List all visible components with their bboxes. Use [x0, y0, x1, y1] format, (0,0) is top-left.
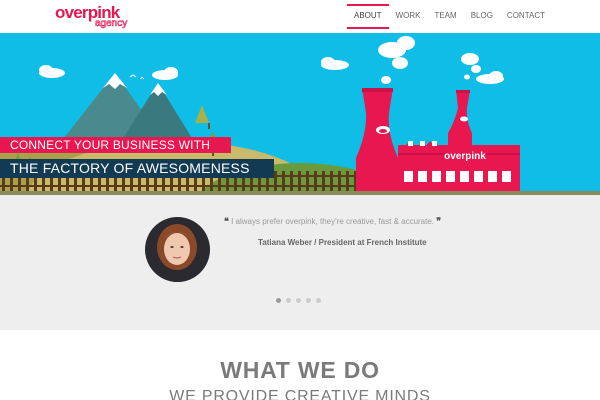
- nav-about-label: ABOUT: [354, 11, 382, 20]
- testimonial-dot-1[interactable]: [276, 298, 281, 303]
- nav-team-label: TEAM: [434, 11, 457, 20]
- testimonial-avatar: [145, 217, 210, 282]
- nav-contact-label: CONTACT: [506, 11, 545, 20]
- nav-blog-label: BLOG: [470, 11, 493, 20]
- nav-about[interactable]: ABOUT: [347, 4, 389, 29]
- hero-banner: overpink CONNECT YOUR BUSINESS WITH THE …: [0, 33, 600, 195]
- what-we-do-subtitle: WE PROVIDE CREATIVE MINDS: [169, 388, 431, 400]
- hero-headline-2: THE FACTORY OF AWESOMENESS: [0, 159, 274, 178]
- testimonial-section: ❝ I always prefer overpink, they're crea…: [0, 195, 600, 330]
- testimonial-dot-2[interactable]: [286, 298, 291, 303]
- what-we-do-title: WHAT WE DO: [220, 357, 380, 383]
- birds: [129, 74, 145, 80]
- steam: [378, 36, 481, 84]
- nav-blog[interactable]: BLOG: [464, 6, 500, 29]
- testimonial-quote-text: I always prefer overpink, they're creati…: [231, 217, 435, 226]
- brand-logo[interactable]: overpink agency: [55, 3, 135, 33]
- factory: [356, 88, 520, 195]
- factory-sign: overpink: [444, 151, 486, 162]
- clouds: [39, 57, 504, 84]
- nav-work-label: WORK: [395, 11, 421, 20]
- nav-work[interactable]: WORK: [389, 6, 428, 29]
- avatar-portrait: [145, 217, 210, 282]
- nav-active-indicator-top: [347, 4, 389, 6]
- testimonial-dot-4[interactable]: [306, 298, 311, 303]
- close-quote-icon: ❞: [436, 216, 442, 226]
- open-quote-icon: ❝: [224, 216, 229, 226]
- testimonial-author: Tatiana Weber / President at French Inst…: [258, 238, 427, 247]
- hero-headline-1: CONNECT YOUR BUSINESS WITH: [0, 137, 231, 153]
- testimonial-quote: ❝ I always prefer overpink, they're crea…: [224, 216, 441, 227]
- nav-active-indicator-bottom: [347, 27, 389, 29]
- site-header: overpink agency ABOUT WORK TEAM BLOG CON…: [0, 0, 600, 33]
- main-nav: ABOUT WORK TEAM BLOG CONTACT: [347, 4, 552, 29]
- testimonial-dot-3[interactable]: [296, 298, 301, 303]
- brand-tagline: agency: [95, 18, 128, 30]
- page: overpink agency ABOUT WORK TEAM BLOG CON…: [0, 0, 600, 400]
- testimonial-slider-dots: [276, 298, 321, 303]
- testimonial-dot-5[interactable]: [316, 298, 321, 303]
- nav-team[interactable]: TEAM: [427, 6, 463, 29]
- nav-contact[interactable]: CONTACT: [500, 6, 552, 29]
